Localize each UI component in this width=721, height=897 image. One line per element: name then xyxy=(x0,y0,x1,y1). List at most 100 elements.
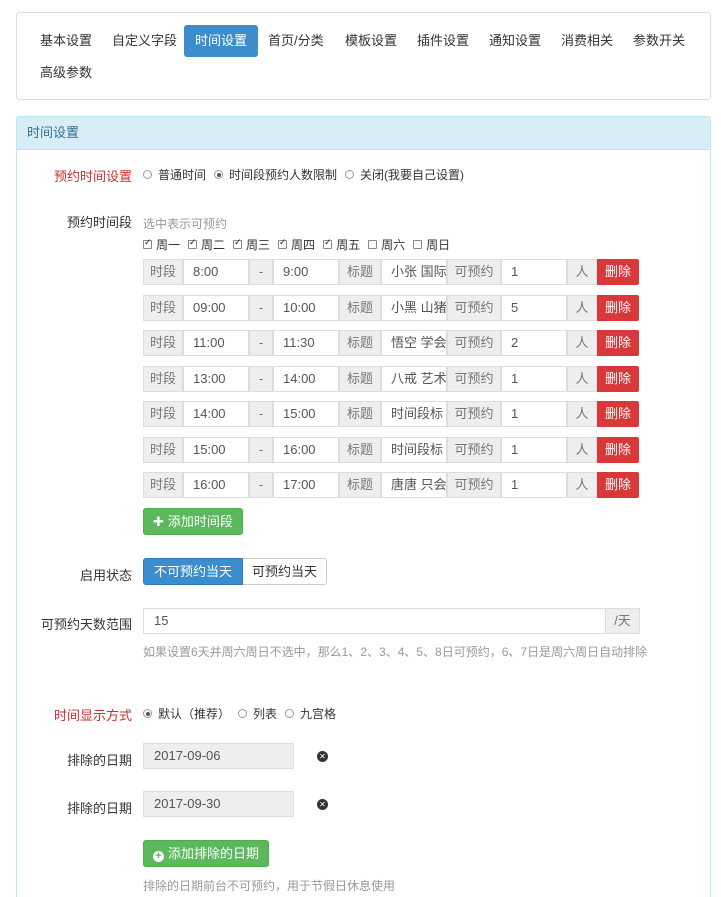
slot-capacity-input[interactable]: 2 xyxy=(501,330,567,356)
slot-title-input[interactable]: 小张 国际 xyxy=(381,259,447,285)
slot-unit: 人 xyxy=(567,437,597,463)
slot-unit: 人 xyxy=(567,295,597,321)
slot-start-input[interactable]: 15:00 xyxy=(183,437,249,463)
slot-capacity-label: 可预约 xyxy=(447,330,501,356)
delete-slot-button[interactable]: 删除 xyxy=(597,401,639,427)
excluded-date-label: 排除的日期 xyxy=(66,801,132,816)
excluded-date-help: 排除的日期前台不可预约，用于节假日休息使用 xyxy=(143,879,396,893)
slot-capacity-input[interactable]: 5 xyxy=(501,295,567,321)
panel-title: 时间设置 xyxy=(17,117,710,150)
day-fri[interactable]: 周五 xyxy=(323,236,360,253)
slot-title-input[interactable]: 时间段标 xyxy=(381,437,447,463)
settings-tabs: 基本设置 自定义字段 时间设置 首页/分类 模板设置 插件设置 通知设置 消费相… xyxy=(16,12,711,100)
slot-capacity-input[interactable]: 1 xyxy=(501,366,567,392)
checkbox-checked-icon xyxy=(188,237,198,249)
tab-home-category[interactable]: 首页/分类 xyxy=(257,25,335,57)
tab-template[interactable]: 模板设置 xyxy=(334,25,408,57)
tab-consumption[interactable]: 消费相关 xyxy=(550,25,624,57)
slot-end-input[interactable]: 14:00 xyxy=(273,366,339,392)
slot-end-input[interactable]: 15:00 xyxy=(273,401,339,427)
slot-start-input[interactable]: 09:00 xyxy=(183,295,249,321)
tab-param-switch[interactable]: 参数开关 xyxy=(622,25,696,57)
booking-mode-option-off[interactable]: 关闭(我要自己设置) xyxy=(345,166,464,183)
slot-title-label: 标题 xyxy=(339,330,381,356)
tab-notify[interactable]: 通知设置 xyxy=(478,25,552,57)
slot-title-label: 标题 xyxy=(339,295,381,321)
tab-custom-fields[interactable]: 自定义字段 xyxy=(101,25,188,57)
slot-capacity-input[interactable]: 1 xyxy=(501,401,567,427)
slot-end-input[interactable]: 11:30 xyxy=(273,330,339,356)
checkbox-checked-icon xyxy=(233,237,243,249)
slot-capacity-input[interactable]: 1 xyxy=(501,472,567,498)
delete-slot-button[interactable]: 删除 xyxy=(597,366,639,392)
tab-plugin[interactable]: 插件设置 xyxy=(406,25,480,57)
option-same-day[interactable]: 可预约当天 xyxy=(243,558,328,585)
tab-time[interactable]: 时间设置 xyxy=(184,25,259,57)
slot-dash: - xyxy=(249,330,273,356)
remove-circle-icon[interactable]: ✕ xyxy=(317,751,328,762)
day-range-help: 如果设置6天并周六周日不选中，那么1、2、3、4、5、8日可预约，6、7日是周六… xyxy=(143,645,648,659)
day-thu[interactable]: 周四 xyxy=(278,236,315,253)
slot-dash: - xyxy=(249,259,273,285)
time-slot-row: 时段 16:00-17:00 标题 唐唐 只会 可预约 1 人删除 xyxy=(143,472,639,498)
delete-slot-button[interactable]: 删除 xyxy=(597,330,639,356)
slot-capacity-label: 可预约 xyxy=(447,259,501,285)
slot-title-input[interactable]: 悟空 学会 xyxy=(381,330,447,356)
slot-end-input[interactable]: 17:00 xyxy=(273,472,339,498)
booking-mode-label: 预约时间设置 xyxy=(53,169,132,184)
slot-start-input[interactable]: 13:00 xyxy=(183,366,249,392)
booking-mode-option-normal[interactable]: 普通时间 xyxy=(143,166,206,183)
day-tue[interactable]: 周二 xyxy=(188,236,225,253)
day-sun[interactable]: 周日 xyxy=(413,236,450,253)
excluded-date-input[interactable]: 2017-09-30 xyxy=(143,791,294,817)
radio-icon xyxy=(285,709,295,718)
slot-capacity-input[interactable]: 1 xyxy=(501,259,567,285)
display-mode-option-default[interactable]: 默认（推荐） xyxy=(143,705,230,722)
time-settings-panel: 时间设置 xyxy=(16,116,711,897)
plus-icon: ✚ xyxy=(153,514,164,529)
slot-start-input[interactable]: 14:00 xyxy=(183,401,249,427)
delete-slot-button[interactable]: 删除 xyxy=(597,295,639,321)
slot-title-input[interactable]: 小黑 山猪 xyxy=(381,295,447,321)
radio-icon xyxy=(345,170,355,179)
tab-advanced[interactable]: 高级参数 xyxy=(29,57,103,89)
time-slots-hint: 选中表示可预约 xyxy=(143,217,228,231)
slot-title-input[interactable]: 时间段标 xyxy=(381,401,447,427)
day-mon[interactable]: 周一 xyxy=(143,236,180,253)
checkbox-checked-icon xyxy=(278,237,288,249)
slot-start-input[interactable]: 11:00 xyxy=(183,330,249,356)
add-time-slot-button[interactable]: ✚ 添加时间段 xyxy=(143,508,243,535)
day-wed[interactable]: 周三 xyxy=(233,236,270,253)
day-range-unit: /天 xyxy=(605,608,640,634)
slot-label: 时段 xyxy=(143,472,183,498)
add-excluded-date-button[interactable]: + 添加排除的日期 xyxy=(143,840,270,867)
radio-icon xyxy=(143,170,152,179)
slot-start-input[interactable]: 8:00 xyxy=(183,259,249,285)
day-range-input[interactable]: 15 xyxy=(143,608,606,634)
slot-capacity-label: 可预约 xyxy=(447,295,501,321)
slot-end-input[interactable]: 16:00 xyxy=(273,437,339,463)
checkbox-icon xyxy=(368,240,378,249)
booking-mode-option-slot-limit[interactable]: 时间段预约人数限制 xyxy=(214,166,337,183)
excluded-date-input[interactable]: 2017-09-06 xyxy=(143,743,294,769)
slot-title-label: 标题 xyxy=(339,472,381,498)
display-mode-option-list[interactable]: 列表 xyxy=(238,705,277,722)
tab-basic[interactable]: 基本设置 xyxy=(29,25,103,57)
slot-capacity-input[interactable]: 1 xyxy=(501,437,567,463)
slot-capacity-label: 可预约 xyxy=(447,366,501,392)
option-not-same-day[interactable]: 不可预约当天 xyxy=(143,558,244,585)
slot-start-input[interactable]: 16:00 xyxy=(183,472,249,498)
time-slot-row: 时段 8:00-9:00 标题 小张 国际 可预约 1 人删除 xyxy=(143,259,639,285)
day-sat[interactable]: 周六 xyxy=(368,236,405,253)
slot-unit: 人 xyxy=(567,366,597,392)
delete-slot-button[interactable]: 删除 xyxy=(597,437,639,463)
delete-slot-button[interactable]: 删除 xyxy=(597,259,639,285)
slot-end-input[interactable]: 10:00 xyxy=(273,295,339,321)
display-mode-option-grid[interactable]: 九宫格 xyxy=(285,705,336,722)
slot-title-input[interactable]: 八戒 艺术 xyxy=(381,366,447,392)
slot-title-input[interactable]: 唐唐 只会 xyxy=(381,472,447,498)
delete-slot-button[interactable]: 删除 xyxy=(597,472,639,498)
remove-circle-icon[interactable]: ✕ xyxy=(317,799,328,810)
slot-end-input[interactable]: 9:00 xyxy=(273,259,339,285)
radio-icon xyxy=(238,709,248,718)
